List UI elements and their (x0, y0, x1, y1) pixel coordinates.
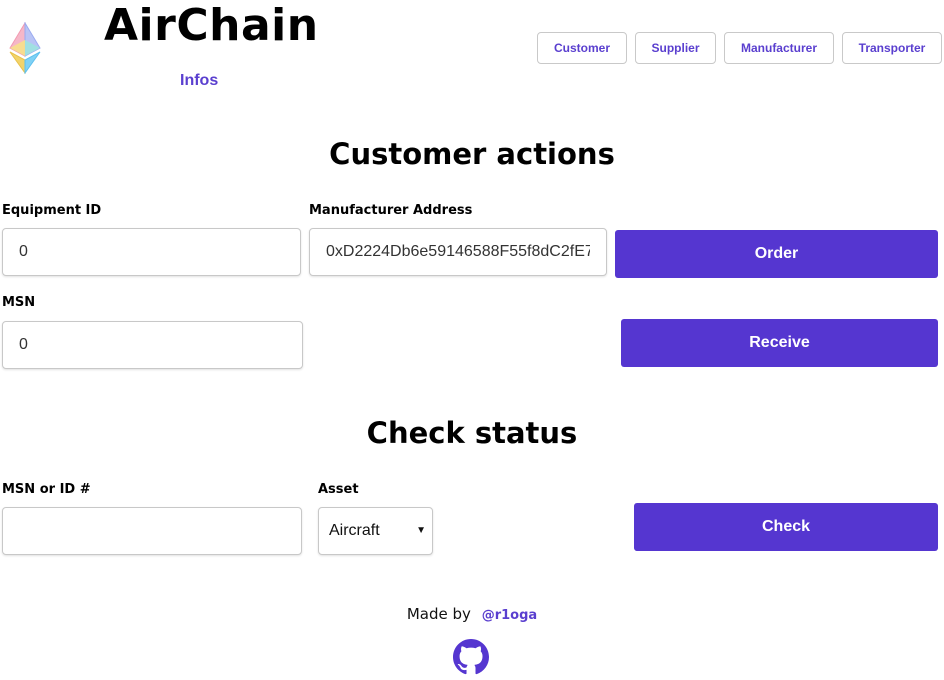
footer-credit: Made by @r1oga (0, 604, 944, 626)
nav-supplier-button[interactable]: Supplier (635, 32, 716, 64)
asset-label: Asset (318, 482, 359, 497)
manufacturer-address-input[interactable] (309, 228, 607, 276)
page: AirChain Infos Customer Supplier Manufac… (0, 0, 944, 680)
equipment-id-input[interactable] (2, 228, 301, 276)
msn-input[interactable] (2, 321, 303, 369)
nav-manufacturer-button[interactable]: Manufacturer (724, 32, 834, 64)
app-title: AirChain (104, 0, 319, 51)
manufacturer-address-label: Manufacturer Address (309, 203, 473, 218)
made-by-text: Made by (406, 605, 471, 623)
customer-actions-title: Customer actions (329, 137, 615, 171)
msn-label: MSN (2, 295, 36, 310)
nav-customer-button[interactable]: Customer (537, 32, 627, 64)
ethereum-logo-icon (9, 22, 41, 74)
check-button[interactable]: Check (634, 503, 938, 551)
caret-down-icon: ▼ (416, 525, 426, 536)
check-status-title: Check status (366, 416, 578, 450)
role-nav: Customer Supplier Manufacturer Transport… (537, 32, 942, 64)
nav-transporter-button[interactable]: Transporter (842, 32, 942, 64)
infos-link[interactable]: Infos (180, 71, 218, 91)
equipment-id-label: Equipment ID (2, 203, 102, 218)
author-link[interactable]: @r1oga (482, 608, 537, 623)
msn-or-id-input[interactable] (2, 507, 302, 555)
msn-or-id-label: MSN or ID # (2, 482, 91, 497)
asset-select[interactable]: Aircraft ▼ (318, 507, 433, 555)
github-icon[interactable] (453, 639, 489, 675)
asset-select-value: Aircraft (329, 522, 380, 539)
receive-button[interactable]: Receive (621, 319, 938, 367)
order-button[interactable]: Order (615, 230, 938, 278)
